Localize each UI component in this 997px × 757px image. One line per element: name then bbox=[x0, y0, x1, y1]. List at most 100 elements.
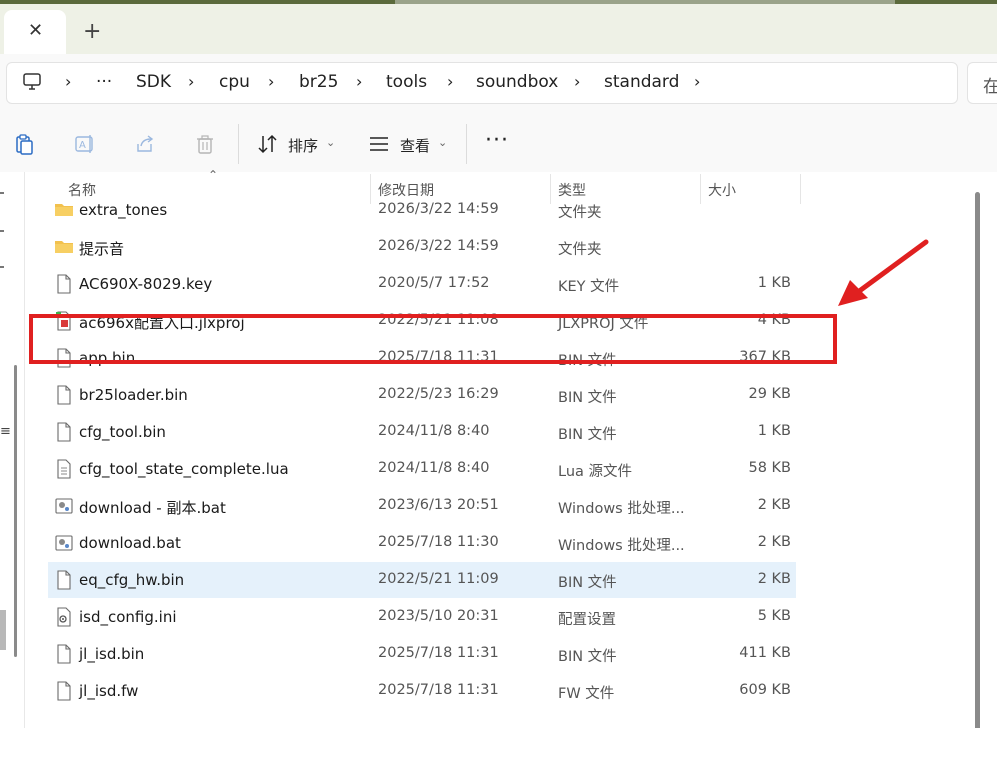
file-date: 2023/6/13 20:51 bbox=[378, 497, 499, 513]
breadcrumb-tools[interactable]: tools bbox=[386, 72, 427, 92]
chevron-right-icon[interactable]: › bbox=[447, 72, 453, 91]
file-type: Windows 批处理... bbox=[558, 501, 685, 517]
search-placeholder: 在 bbox=[983, 77, 997, 97]
file-size: 2 KB bbox=[757, 497, 791, 513]
chevron-right-icon[interactable]: › bbox=[574, 72, 580, 91]
file-name: jl_isd.bin bbox=[79, 645, 145, 663]
file-type: Lua 源文件 bbox=[558, 464, 633, 480]
file-row[interactable]: download - 副本.bat 2023/6/13 20:51 Windows … bbox=[48, 488, 796, 524]
file-name: download - 副本.bat bbox=[79, 499, 226, 517]
file-name: cfg_tool.bin bbox=[79, 423, 166, 441]
column-divider[interactable] bbox=[800, 174, 801, 204]
file-size: 1 KB bbox=[757, 423, 791, 439]
chevron-down-icon[interactable]: ⌄ bbox=[438, 136, 447, 149]
file-size: 609 KB bbox=[739, 682, 791, 698]
chevron-down-icon[interactable]: ⌄ bbox=[326, 136, 335, 149]
file-date: 2025/7/18 11:30 bbox=[378, 534, 499, 550]
file-name: AC690X-8029.key bbox=[79, 275, 213, 293]
file-date: 2022/5/23 16:29 bbox=[378, 386, 499, 402]
file-date: 2025/7/18 11:31 bbox=[378, 682, 499, 698]
tab-bar: ✕ + bbox=[0, 4, 997, 54]
file-type: Windows 批处理... bbox=[558, 538, 685, 554]
file-row[interactable]: cfg_tool_state_complete.lua 2024/11/8 8:4… bbox=[48, 451, 796, 487]
paste-icon[interactable] bbox=[14, 133, 36, 155]
file-icon bbox=[54, 681, 74, 701]
file-icon bbox=[54, 644, 74, 664]
file-icon bbox=[54, 570, 74, 590]
file-type: BIN 文件 bbox=[558, 575, 617, 591]
file-name: jl_isd.fw bbox=[79, 682, 139, 700]
chevron-right-icon[interactable]: › bbox=[268, 72, 274, 91]
file-row[interactable]: 提示音 2026/3/22 14:59 文件夹 bbox=[48, 229, 796, 265]
red-arrow-annotation bbox=[838, 239, 929, 306]
delete-icon[interactable] bbox=[194, 133, 216, 155]
file-row[interactable]: eq_cfg_hw.bin 2022/5/21 11:09 BIN 文件 2 KB bbox=[48, 562, 796, 598]
file-type: BIN 文件 bbox=[558, 649, 617, 665]
file-list-scrollbar[interactable] bbox=[975, 192, 980, 732]
file-type: KEY 文件 bbox=[558, 279, 620, 295]
file-name: 提示音 bbox=[79, 240, 125, 258]
breadcrumb-standard[interactable]: standard bbox=[604, 72, 679, 92]
file-date: 2024/11/8 8:40 bbox=[378, 423, 490, 439]
file-size: 2 KB bbox=[757, 571, 791, 587]
file-size: 29 KB bbox=[748, 386, 791, 402]
file-date: 2024/11/8 8:40 bbox=[378, 460, 490, 476]
view-button[interactable]: 查看 bbox=[400, 135, 430, 156]
file-row[interactable]: jl_isd.bin 2025/7/18 11:31 BIN 文件 411 KB bbox=[48, 636, 796, 672]
file-row[interactable]: br25loader.bin 2022/5/23 16:29 BIN 文件 29 KB bbox=[48, 377, 796, 413]
file-type: 配置设置 bbox=[558, 612, 616, 628]
highlight-annotation-box bbox=[29, 314, 837, 364]
file-size: 58 KB bbox=[748, 460, 791, 476]
file-size: 5 KB bbox=[757, 608, 791, 624]
file-row[interactable]: extra_tones 2026/3/22 14:59 文件夹 bbox=[48, 192, 796, 228]
view-icon[interactable] bbox=[368, 133, 390, 155]
sort-ascending-icon: ⌃ bbox=[208, 168, 219, 182]
file-size: 411 KB bbox=[739, 645, 791, 661]
batch-file-icon bbox=[54, 533, 74, 553]
file-name: download.bat bbox=[79, 534, 181, 552]
breadcrumb-br25[interactable]: br25 bbox=[299, 72, 338, 92]
file-name: br25loader.bin bbox=[79, 386, 188, 404]
sort-button[interactable]: 排序 bbox=[288, 135, 318, 156]
file-row[interactable]: AC690X-8029.key 2020/5/7 17:52 KEY 文件 1 KB bbox=[48, 266, 796, 302]
file-name: eq_cfg_hw.bin bbox=[79, 571, 185, 589]
sort-icon[interactable] bbox=[257, 133, 279, 155]
navigation-selected-item[interactable] bbox=[0, 610, 6, 650]
file-row[interactable]: isd_config.ini 2023/5/10 20:31 配置设置 5 KB bbox=[48, 599, 796, 635]
breadcrumb-soundbox[interactable]: soundbox bbox=[476, 72, 558, 92]
file-date: 2023/5/10 20:31 bbox=[378, 608, 499, 624]
breadcrumb-sdk[interactable]: SDK bbox=[136, 72, 171, 92]
batch-file-icon bbox=[54, 496, 74, 516]
close-tab-icon[interactable]: ✕ bbox=[28, 21, 43, 41]
file-type: BIN 文件 bbox=[558, 427, 617, 443]
more-options-button[interactable]: ··· bbox=[485, 128, 509, 153]
file-date: 2026/3/22 14:59 bbox=[378, 238, 499, 254]
file-type: FW 文件 bbox=[558, 686, 615, 702]
new-tab-icon[interactable]: + bbox=[83, 20, 101, 44]
folder-icon bbox=[54, 237, 74, 257]
navigation-item-fragment: ≡ bbox=[0, 424, 11, 439]
file-date: 2025/7/18 11:31 bbox=[378, 645, 499, 661]
toolbar-divider bbox=[466, 124, 467, 164]
file-icon bbox=[54, 385, 74, 405]
chevron-right-icon[interactable]: › bbox=[65, 72, 71, 91]
file-date: 2022/5/21 11:09 bbox=[378, 571, 499, 587]
share-icon[interactable] bbox=[134, 133, 156, 155]
breadcrumb-ellipsis[interactable]: ··· bbox=[96, 72, 112, 92]
file-name: extra_tones bbox=[79, 201, 168, 219]
file-row[interactable]: cfg_tool.bin 2024/11/8 8:40 BIN 文件 1 KB bbox=[48, 414, 796, 450]
file-type: 文件夹 bbox=[558, 205, 602, 221]
chevron-right-icon[interactable]: › bbox=[694, 72, 700, 91]
navigation-scrollbar[interactable] bbox=[14, 365, 17, 657]
chevron-right-icon[interactable]: › bbox=[356, 72, 362, 91]
file-type: BIN 文件 bbox=[558, 390, 617, 406]
rename-icon[interactable]: A bbox=[74, 133, 96, 155]
file-size: 1 KB bbox=[757, 275, 791, 291]
breadcrumb-cpu[interactable]: cpu bbox=[219, 72, 250, 92]
file-row[interactable]: jl_isd.fw 2025/7/18 11:31 FW 文件 609 KB bbox=[48, 673, 796, 709]
file-row[interactable]: download.bat 2025/7/18 11:30 Windows 批处理..… bbox=[48, 525, 796, 561]
toolbar-divider bbox=[238, 124, 239, 164]
chevron-right-icon[interactable]: › bbox=[188, 72, 194, 91]
this-pc-icon[interactable] bbox=[22, 72, 42, 92]
settings-file-icon bbox=[54, 607, 74, 627]
